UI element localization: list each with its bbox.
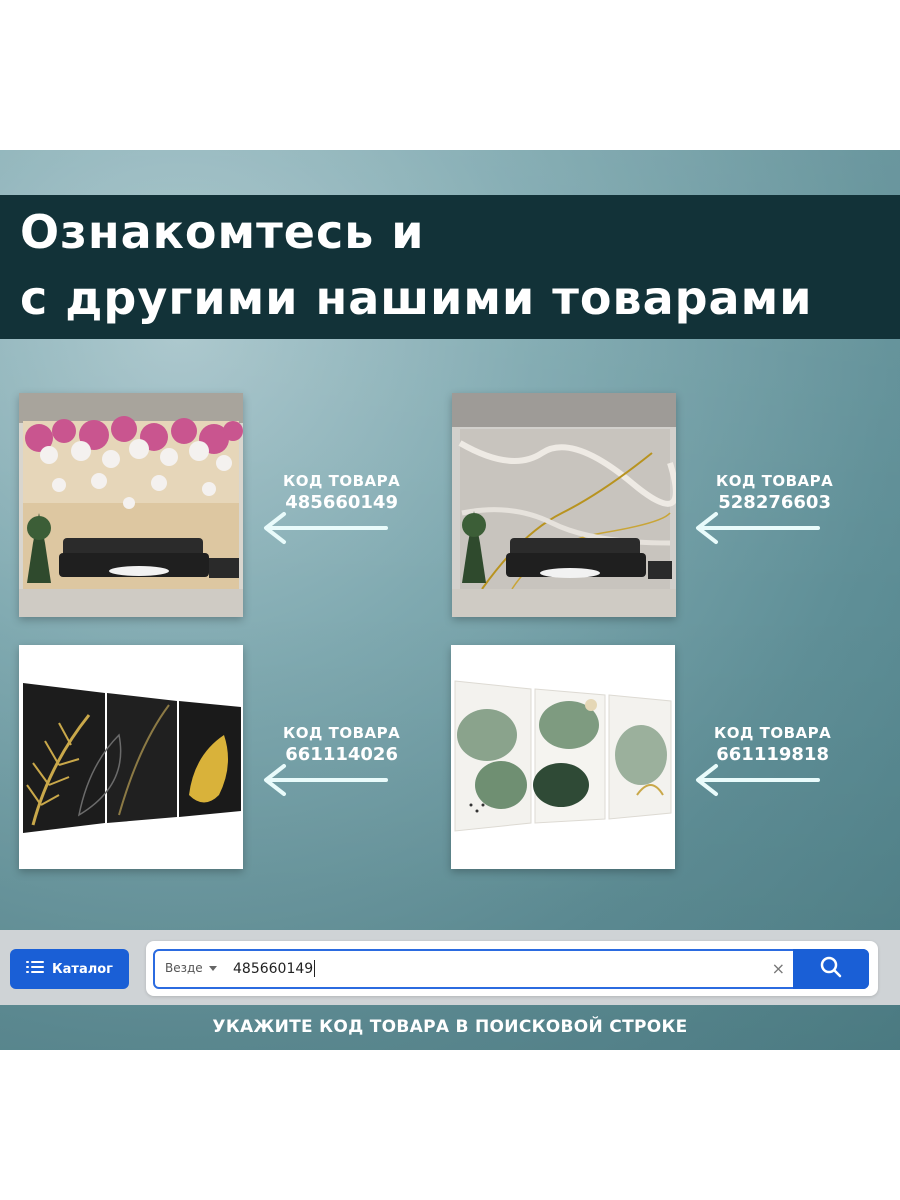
product-image-monstera-triptych[interactable] — [451, 645, 675, 869]
promo-panel: Ознакомтесь и с другими нашими товарами — [0, 150, 900, 1050]
arrow-left-icon — [258, 763, 390, 797]
text-caret — [314, 960, 316, 977]
search-button[interactable] — [793, 949, 869, 989]
search-box: Везде 485660149 × — [146, 941, 878, 996]
arrow-left-icon — [690, 511, 822, 545]
product-code-block-3: КОД ТОВАРА 661114026 — [283, 724, 400, 765]
arrow-left-icon — [258, 511, 390, 545]
product-code-value[interactable]: 661114026 — [283, 744, 400, 765]
product-code-block-1: КОД ТОВАРА 485660149 — [283, 472, 400, 513]
catalog-button[interactable]: Каталог — [10, 949, 129, 989]
search-bar-strip: Каталог Везде 485660149 × — [0, 930, 900, 1005]
footer-hint: УКАЖИТЕ КОД ТОВАРА В ПОИСКОВОЙ СТРОКЕ — [212, 1017, 688, 1037]
product-image-gold-leaves-triptych[interactable] — [19, 645, 243, 869]
product-image-marble-mural[interactable] — [452, 393, 676, 617]
product-code-value[interactable]: 485660149 — [283, 492, 400, 513]
banner-title-line-2: с другими нашими товарами — [20, 271, 813, 325]
product-code-value[interactable]: 528276603 — [716, 492, 833, 513]
catalog-button-label: Каталог — [52, 961, 113, 977]
gold-leaves-triptych-image — [19, 645, 243, 869]
product-code-label: КОД ТОВАРА — [283, 472, 401, 490]
close-icon[interactable]: × — [772, 959, 785, 978]
search-scope-dropdown[interactable]: Везде — [165, 961, 217, 975]
menu-list-icon — [26, 960, 45, 978]
monstera-triptych-image — [451, 645, 675, 869]
product-code-value[interactable]: 661119818 — [714, 744, 831, 765]
product-code-label: КОД ТОВАРА — [716, 472, 834, 490]
search-scope-label: Везде — [165, 961, 203, 975]
orchid-mural-image — [19, 393, 243, 617]
product-code-label: КОД ТОВАРА — [714, 724, 832, 742]
arrow-left-icon — [690, 763, 822, 797]
search-icon — [820, 956, 842, 982]
title-banner: Ознакомтесь и с другими нашими товарами — [0, 195, 900, 339]
banner-title-line-1: Ознакомтесь и — [20, 205, 425, 259]
product-code-label: КОД ТОВАРА — [283, 724, 401, 742]
search-query-text: 485660149 — [233, 960, 314, 977]
product-code-block-4: КОД ТОВАРА 661119818 — [714, 724, 831, 765]
product-code-block-2: КОД ТОВАРА 528276603 — [716, 472, 833, 513]
marble-mural-image — [452, 393, 676, 617]
search-input[interactable]: Везде 485660149 × — [153, 949, 869, 989]
product-image-orchid-mural[interactable] — [19, 393, 243, 617]
search-query[interactable]: 485660149 — [233, 960, 316, 977]
chevron-down-icon — [208, 961, 217, 975]
